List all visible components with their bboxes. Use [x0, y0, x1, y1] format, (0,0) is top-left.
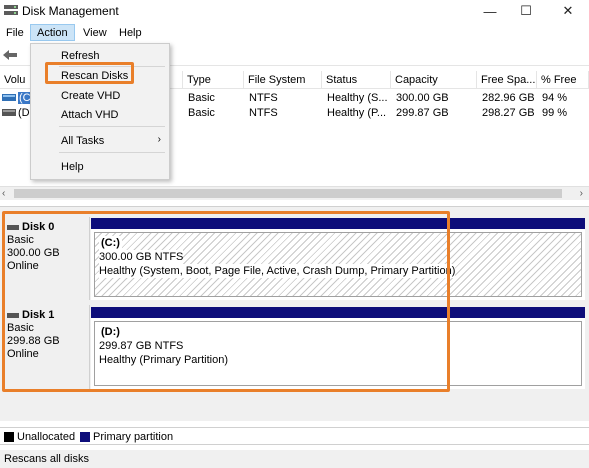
- volume-status: Healthy (P...: [327, 107, 387, 119]
- back-arrow-icon[interactable]: [3, 49, 17, 61]
- scrollbar-thumb[interactable]: [14, 189, 562, 198]
- column-header-type[interactable]: Type: [183, 71, 244, 89]
- submenu-arrow-icon: ›: [157, 134, 161, 145]
- scroll-right-arrow-icon[interactable]: ›: [580, 188, 583, 199]
- disks-highlight-box: [2, 211, 450, 392]
- menu-separator: [59, 152, 165, 153]
- volume-file-system: NTFS: [249, 92, 278, 104]
- minimize-button[interactable]: —: [470, 0, 510, 22]
- menu-item-refresh[interactable]: Refresh: [61, 50, 100, 62]
- legend-unallocated: Unallocated: [17, 431, 76, 443]
- rescan-disks-highlight-box: [45, 62, 134, 84]
- menu-bar: File Action View Help: [0, 23, 589, 43]
- volume-percent-free: 99 %: [542, 107, 568, 119]
- close-button[interactable]: ✕: [548, 0, 588, 22]
- menu-separator: [59, 126, 165, 127]
- menu-file[interactable]: File: [0, 25, 30, 42]
- scroll-left-arrow-icon[interactable]: ‹: [2, 188, 5, 199]
- menu-item-create-vhd[interactable]: Create VHD: [61, 90, 120, 102]
- column-header-file-system[interactable]: File System: [244, 71, 322, 89]
- volume-free-space: 282.96 GB: [482, 92, 535, 104]
- volume-type: Basic: [188, 107, 215, 119]
- volume-icon: [2, 94, 16, 101]
- window-title: Disk Management: [22, 4, 119, 18]
- menu-view[interactable]: View: [77, 25, 113, 42]
- volume-capacity: 299.87 GB: [396, 107, 449, 119]
- volume-free-space: 298.27 GB: [482, 107, 535, 119]
- volume-type: Basic: [188, 92, 215, 104]
- column-header-percent-free[interactable]: % Free: [537, 71, 589, 89]
- disk-management-app-icon: [4, 5, 18, 15]
- horizontal-scrollbar[interactable]: ‹ ›: [0, 186, 589, 200]
- menu-action[interactable]: Action: [30, 24, 75, 41]
- volume-capacity: 300.00 GB: [396, 92, 449, 104]
- title-bar: Disk Management — ☐ ✕: [0, 0, 589, 22]
- volume-name: (D: [18, 107, 30, 119]
- status-text: Rescans all disks: [4, 453, 89, 465]
- volume-file-system: NTFS: [249, 107, 278, 119]
- menu-item-attach-vhd[interactable]: Attach VHD: [61, 109, 118, 121]
- primary-partition-swatch: [80, 432, 90, 442]
- column-header-capacity[interactable]: Capacity: [391, 71, 477, 89]
- column-header-status[interactable]: Status: [322, 71, 391, 89]
- maximize-button[interactable]: ☐: [506, 0, 546, 22]
- legend-primary-partition: Primary partition: [93, 431, 174, 443]
- legend: Unallocated Primary partition: [0, 427, 589, 445]
- volume-status: Healthy (S...: [327, 92, 388, 104]
- volume-percent-free: 94 %: [542, 92, 568, 104]
- menu-item-help[interactable]: Help: [61, 161, 84, 173]
- menu-help[interactable]: Help: [113, 25, 148, 42]
- column-header-free-space[interactable]: Free Spa...: [477, 71, 537, 89]
- volume-icon: [2, 109, 16, 116]
- menu-item-all-tasks[interactable]: All Tasks: [61, 135, 104, 147]
- unallocated-swatch: [4, 432, 14, 442]
- status-bar: Rescans all disks: [0, 450, 589, 468]
